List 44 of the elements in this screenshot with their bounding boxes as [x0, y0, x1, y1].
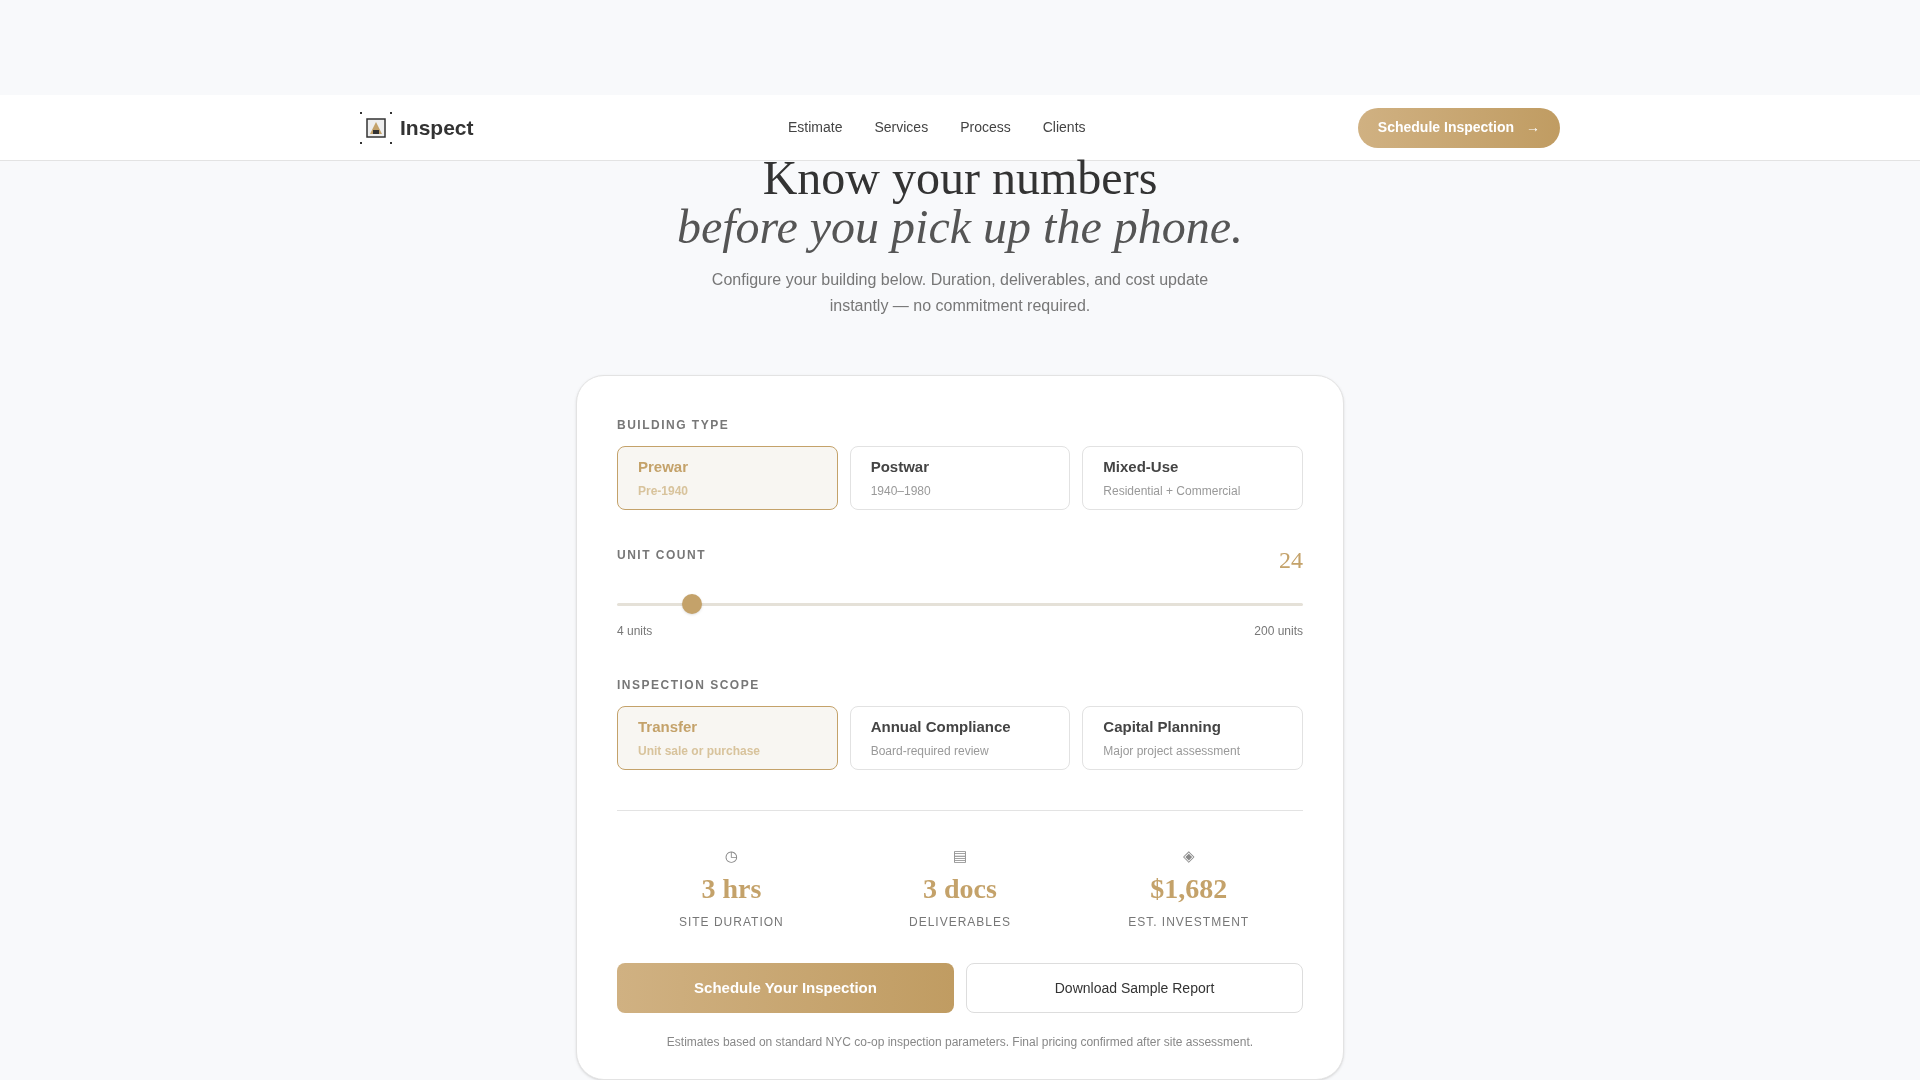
option-title: Prewar	[638, 456, 689, 477]
option-title: Postwar	[870, 456, 929, 477]
result-value: 3 docs	[923, 873, 997, 905]
slider-max-label: 200 units	[1254, 623, 1303, 640]
nav-link[interactable]: Services	[874, 117, 929, 138]
option-title: Annual Compliance	[870, 716, 1011, 737]
section-label: UNIT COUNT	[617, 547, 706, 564]
option-card[interactable]: Annual Compliance Board-required review	[849, 706, 1071, 770]
hero-title: Know your numbers	[762, 153, 1158, 203]
option-subtitle: Board-required review	[870, 743, 989, 761]
result-label: SITE DURATION	[678, 914, 784, 931]
option-subtitle: Major project assessment	[1103, 743, 1241, 761]
option-card[interactable]: Mixed-Use Residential + Commercial	[1082, 446, 1303, 510]
result-icon: ◷	[724, 847, 738, 865]
option-title: Transfer	[638, 716, 698, 737]
slider-min-label: 4 units	[617, 623, 653, 640]
nav-link[interactable]: Estimate	[788, 117, 843, 138]
option-title: Mixed-Use	[1103, 456, 1179, 477]
footnote: Estimates based on standard NYC co-op inspection parameters. Final pricing confirmed after site assessment.	[665, 1034, 1255, 1051]
slider-thumb[interactable]	[682, 594, 703, 614]
hero-title-italic: before you pick up the phone.	[676, 203, 1243, 251]
result-icon: ▤	[952, 847, 968, 865]
option-subtitle: Pre-1940	[638, 483, 689, 501]
option-card[interactable]: Postwar 1940–1980	[849, 446, 1071, 510]
result-icon: ◈	[1182, 847, 1195, 865]
option-subtitle: Residential + Commercial	[1103, 483, 1241, 501]
download-sample-report-button[interactable]: Download Sample Report	[966, 963, 1303, 1013]
option-subtitle: Unit sale or purchase	[638, 743, 761, 761]
section-label: BUILDING TYPE	[617, 417, 731, 434]
brand-name: Inspect	[400, 114, 474, 141]
logo-icon	[360, 111, 392, 144]
nav-link[interactable]: Clients	[1042, 117, 1086, 138]
option-subtitle: 1940–1980	[870, 483, 931, 501]
section-label: INSPECTION SCOPE	[617, 677, 761, 694]
hero-subtitle: Configure your building below. Duration, deliverables, and cost update instantly — no commitment required.	[710, 270, 1210, 316]
unit-count-value: 24	[1279, 546, 1303, 575]
result-label: EST. INVESTMENT	[1128, 914, 1250, 931]
nav-link[interactable]: Process	[960, 117, 1011, 138]
result-value: 3 hrs	[701, 873, 762, 905]
option-title: Capital Planning	[1103, 716, 1221, 737]
result-value: $1,682	[1150, 873, 1228, 905]
option-card[interactable]: Capital Planning Major project assessment	[1082, 706, 1303, 770]
unit-count-slider[interactable]	[617, 594, 1303, 614]
result-label: DELIVERABLES	[908, 914, 1011, 931]
